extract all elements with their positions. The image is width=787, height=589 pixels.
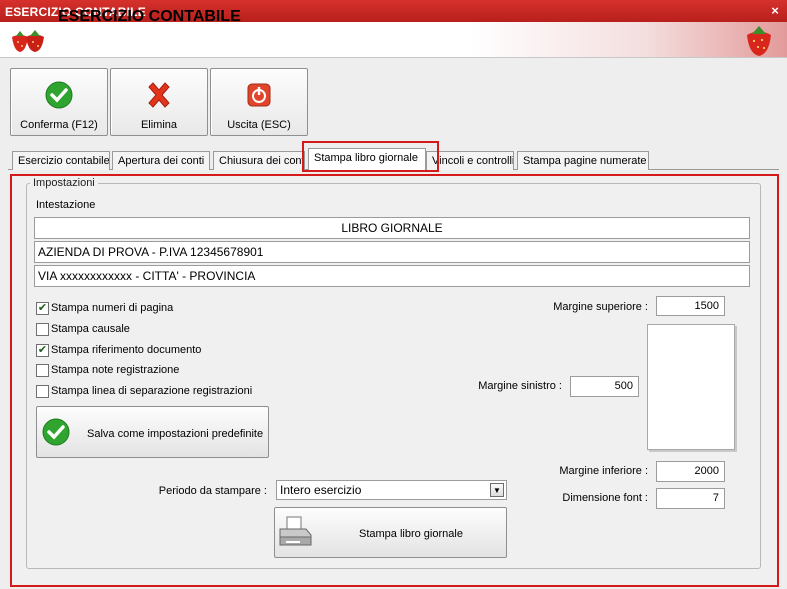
save-defaults-label: Salva come impostazioni predefinite	[87, 428, 264, 440]
printer-icon	[279, 516, 312, 546]
heading-line-1-input[interactable]: LIBRO GIORNALE	[34, 217, 750, 239]
power-icon	[247, 83, 271, 107]
margin-bottom-label: Margine inferiore :	[559, 465, 648, 477]
causale-label: Stampa causale	[51, 323, 130, 335]
confirm-button[interactable]: Conferma (F12)	[10, 68, 108, 136]
tab-chiusura-conti[interactable]: Chiusura dei conti	[213, 151, 305, 170]
tab-highlight-frame	[302, 141, 439, 172]
tab-apertura-conti[interactable]: Apertura dei conti	[112, 151, 210, 170]
settings-group-label: Impostazioni	[30, 177, 98, 189]
close-icon[interactable]: ×	[767, 3, 783, 19]
document-reference-label: Stampa riferimento documento	[51, 344, 202, 356]
font-size-input[interactable]: 7	[656, 488, 725, 509]
check-circle-icon	[42, 418, 70, 446]
delete-label: Elimina	[140, 119, 178, 131]
strawberry-icon	[12, 30, 44, 52]
separator-line-label: Stampa linea di separazione registrazion…	[51, 385, 253, 397]
page-preview	[647, 324, 735, 450]
confirm-label: Conferma (F12)	[20, 119, 98, 131]
tab-esercizio-contabile[interactable]: Esercizio contabile	[12, 151, 110, 170]
notes-label: Stampa note registrazione	[51, 364, 180, 376]
strawberry-icon	[747, 26, 771, 56]
heading-line-2-input[interactable]: AZIENDA DI PROVA - P.IVA 12345678901	[34, 241, 750, 263]
heading-label: Intestazione	[36, 199, 96, 211]
margin-left-input[interactable]: 500	[570, 376, 639, 397]
chevron-down-icon[interactable]: ▼	[490, 483, 504, 497]
period-select[interactable]: Intero esercizio ▼	[276, 480, 507, 500]
delete-button[interactable]: Elimina	[110, 68, 208, 136]
margin-top-input[interactable]: 1500	[656, 296, 725, 316]
page-numbers-label: Stampa numeri di pagina	[51, 302, 174, 314]
notes-checkbox[interactable]	[36, 364, 49, 377]
page-numbers-checkbox[interactable]: ✔	[36, 302, 49, 315]
margin-left-label: Margine sinistro :	[478, 380, 562, 392]
tab-stampa-pagine-numerate[interactable]: Stampa pagine numerate	[517, 151, 649, 170]
document-reference-checkbox[interactable]: ✔	[36, 344, 49, 357]
save-defaults-button[interactable]: Salva come impostazioni predefinite	[36, 406, 269, 458]
period-label: Periodo da stampare :	[158, 485, 267, 497]
causale-checkbox[interactable]	[36, 323, 49, 336]
margin-bottom-input[interactable]: 2000	[656, 461, 725, 482]
check-circle-icon	[45, 81, 73, 109]
heading-line-3-input[interactable]: VIA xxxxxxxxxxxx - CITTA' - PROVINCIA	[34, 265, 750, 287]
header-band	[0, 22, 787, 58]
exit-label: Uscita (ESC)	[227, 119, 291, 131]
header-title: ESERCIZIO CONTABILE	[58, 8, 241, 25]
tab-vincoli-controlli[interactable]: Vincoli e controlli	[426, 151, 514, 170]
print-journal-label: Stampa libro giornale	[359, 528, 463, 540]
font-size-label: Dimensione font :	[562, 492, 648, 504]
print-journal-button[interactable]: Stampa libro giornale	[274, 507, 507, 558]
separator-line-checkbox[interactable]	[36, 385, 49, 398]
exit-button[interactable]: Uscita (ESC)	[210, 68, 308, 136]
period-selected-value: Intero esercizio	[280, 483, 362, 497]
delete-x-icon	[148, 82, 170, 108]
margin-top-label: Margine superiore :	[553, 301, 648, 313]
